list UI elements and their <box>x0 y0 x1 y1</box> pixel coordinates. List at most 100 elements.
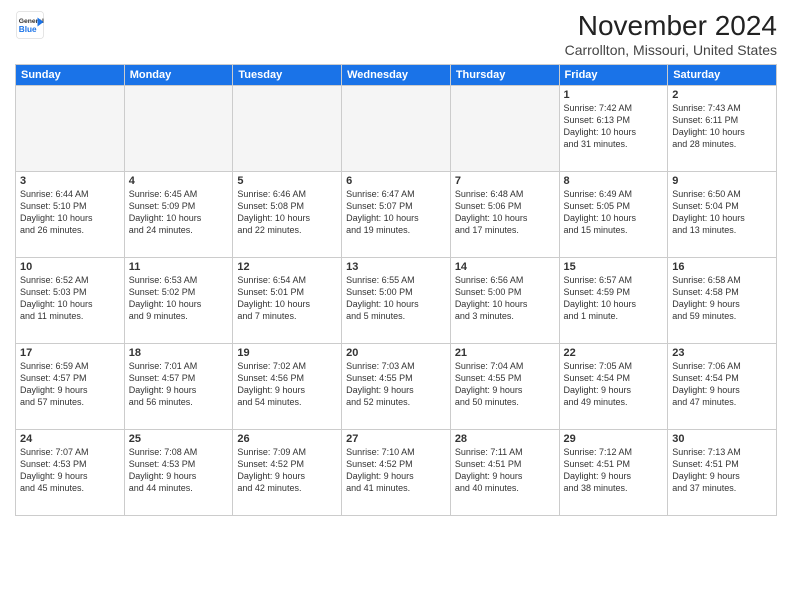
calendar-cell: 10Sunrise: 6:52 AM Sunset: 5:03 PM Dayli… <box>16 258 125 344</box>
week-row-3: 10Sunrise: 6:52 AM Sunset: 5:03 PM Dayli… <box>16 258 777 344</box>
day-detail: Sunrise: 7:07 AM Sunset: 4:53 PM Dayligh… <box>20 446 120 495</box>
calendar-cell: 15Sunrise: 6:57 AM Sunset: 4:59 PM Dayli… <box>559 258 668 344</box>
day-number: 27 <box>346 433 446 445</box>
day-number: 22 <box>564 347 664 359</box>
day-detail: Sunrise: 6:55 AM Sunset: 5:00 PM Dayligh… <box>346 274 446 323</box>
day-detail: Sunrise: 7:05 AM Sunset: 4:54 PM Dayligh… <box>564 360 664 409</box>
day-detail: Sunrise: 7:01 AM Sunset: 4:57 PM Dayligh… <box>129 360 229 409</box>
day-detail: Sunrise: 6:47 AM Sunset: 5:07 PM Dayligh… <box>346 188 446 237</box>
day-number: 14 <box>455 261 555 273</box>
day-number: 1 <box>564 89 664 101</box>
day-number: 29 <box>564 433 664 445</box>
day-number: 9 <box>672 175 772 187</box>
calendar-cell: 4Sunrise: 6:45 AM Sunset: 5:09 PM Daylig… <box>124 172 233 258</box>
day-number: 17 <box>20 347 120 359</box>
day-number: 12 <box>237 261 337 273</box>
day-number: 5 <box>237 175 337 187</box>
calendar-cell <box>16 86 125 172</box>
calendar-cell: 18Sunrise: 7:01 AM Sunset: 4:57 PM Dayli… <box>124 344 233 430</box>
day-number: 18 <box>129 347 229 359</box>
weekday-header-row: SundayMondayTuesdayWednesdayThursdayFrid… <box>16 65 777 86</box>
day-number: 7 <box>455 175 555 187</box>
weekday-header-sunday: Sunday <box>16 65 125 86</box>
title-block: November 2024 Carrollton, Missouri, Unit… <box>565 10 777 58</box>
calendar-cell: 9Sunrise: 6:50 AM Sunset: 5:04 PM Daylig… <box>668 172 777 258</box>
calendar-cell: 22Sunrise: 7:05 AM Sunset: 4:54 PM Dayli… <box>559 344 668 430</box>
calendar-cell: 11Sunrise: 6:53 AM Sunset: 5:02 PM Dayli… <box>124 258 233 344</box>
calendar-cell: 24Sunrise: 7:07 AM Sunset: 4:53 PM Dayli… <box>16 430 125 516</box>
calendar-cell: 7Sunrise: 6:48 AM Sunset: 5:06 PM Daylig… <box>450 172 559 258</box>
day-detail: Sunrise: 6:52 AM Sunset: 5:03 PM Dayligh… <box>20 274 120 323</box>
day-detail: Sunrise: 6:59 AM Sunset: 4:57 PM Dayligh… <box>20 360 120 409</box>
calendar-cell <box>233 86 342 172</box>
day-detail: Sunrise: 7:10 AM Sunset: 4:52 PM Dayligh… <box>346 446 446 495</box>
weekday-header-thursday: Thursday <box>450 65 559 86</box>
day-number: 30 <box>672 433 772 445</box>
calendar-cell: 3Sunrise: 6:44 AM Sunset: 5:10 PM Daylig… <box>16 172 125 258</box>
day-detail: Sunrise: 7:08 AM Sunset: 4:53 PM Dayligh… <box>129 446 229 495</box>
calendar-cell <box>342 86 451 172</box>
calendar-cell <box>450 86 559 172</box>
calendar-cell: 28Sunrise: 7:11 AM Sunset: 4:51 PM Dayli… <box>450 430 559 516</box>
calendar-cell: 27Sunrise: 7:10 AM Sunset: 4:52 PM Dayli… <box>342 430 451 516</box>
calendar-cell: 12Sunrise: 6:54 AM Sunset: 5:01 PM Dayli… <box>233 258 342 344</box>
logo: General Blue <box>15 10 45 40</box>
day-detail: Sunrise: 7:03 AM Sunset: 4:55 PM Dayligh… <box>346 360 446 409</box>
weekday-header-tuesday: Tuesday <box>233 65 342 86</box>
calendar-cell: 14Sunrise: 6:56 AM Sunset: 5:00 PM Dayli… <box>450 258 559 344</box>
weekday-header-wednesday: Wednesday <box>342 65 451 86</box>
day-number: 24 <box>20 433 120 445</box>
day-detail: Sunrise: 7:13 AM Sunset: 4:51 PM Dayligh… <box>672 446 772 495</box>
day-detail: Sunrise: 7:09 AM Sunset: 4:52 PM Dayligh… <box>237 446 337 495</box>
header: General Blue November 2024 Carrollton, M… <box>15 10 777 58</box>
day-detail: Sunrise: 7:02 AM Sunset: 4:56 PM Dayligh… <box>237 360 337 409</box>
day-detail: Sunrise: 6:58 AM Sunset: 4:58 PM Dayligh… <box>672 274 772 323</box>
day-detail: Sunrise: 6:53 AM Sunset: 5:02 PM Dayligh… <box>129 274 229 323</box>
calendar-cell: 1Sunrise: 7:42 AM Sunset: 6:13 PM Daylig… <box>559 86 668 172</box>
day-number: 4 <box>129 175 229 187</box>
calendar-cell: 5Sunrise: 6:46 AM Sunset: 5:08 PM Daylig… <box>233 172 342 258</box>
day-detail: Sunrise: 6:56 AM Sunset: 5:00 PM Dayligh… <box>455 274 555 323</box>
calendar-cell: 16Sunrise: 6:58 AM Sunset: 4:58 PM Dayli… <box>668 258 777 344</box>
calendar-cell: 29Sunrise: 7:12 AM Sunset: 4:51 PM Dayli… <box>559 430 668 516</box>
day-number: 15 <box>564 261 664 273</box>
weekday-header-friday: Friday <box>559 65 668 86</box>
calendar-cell: 19Sunrise: 7:02 AM Sunset: 4:56 PM Dayli… <box>233 344 342 430</box>
week-row-1: 1Sunrise: 7:42 AM Sunset: 6:13 PM Daylig… <box>16 86 777 172</box>
day-number: 10 <box>20 261 120 273</box>
day-detail: Sunrise: 6:45 AM Sunset: 5:09 PM Dayligh… <box>129 188 229 237</box>
calendar-cell: 17Sunrise: 6:59 AM Sunset: 4:57 PM Dayli… <box>16 344 125 430</box>
calendar-cell: 21Sunrise: 7:04 AM Sunset: 4:55 PM Dayli… <box>450 344 559 430</box>
day-number: 13 <box>346 261 446 273</box>
day-detail: Sunrise: 6:57 AM Sunset: 4:59 PM Dayligh… <box>564 274 664 323</box>
day-number: 11 <box>129 261 229 273</box>
day-detail: Sunrise: 7:06 AM Sunset: 4:54 PM Dayligh… <box>672 360 772 409</box>
day-number: 2 <box>672 89 772 101</box>
day-number: 25 <box>129 433 229 445</box>
calendar-table: SundayMondayTuesdayWednesdayThursdayFrid… <box>15 64 777 516</box>
logo-icon: General Blue <box>15 10 45 40</box>
calendar-cell: 8Sunrise: 6:49 AM Sunset: 5:05 PM Daylig… <box>559 172 668 258</box>
page-container: General Blue November 2024 Carrollton, M… <box>0 0 792 521</box>
day-detail: Sunrise: 7:11 AM Sunset: 4:51 PM Dayligh… <box>455 446 555 495</box>
day-number: 6 <box>346 175 446 187</box>
weekday-header-saturday: Saturday <box>668 65 777 86</box>
week-row-5: 24Sunrise: 7:07 AM Sunset: 4:53 PM Dayli… <box>16 430 777 516</box>
day-detail: Sunrise: 7:42 AM Sunset: 6:13 PM Dayligh… <box>564 102 664 151</box>
day-number: 16 <box>672 261 772 273</box>
day-detail: Sunrise: 6:48 AM Sunset: 5:06 PM Dayligh… <box>455 188 555 237</box>
calendar-cell: 25Sunrise: 7:08 AM Sunset: 4:53 PM Dayli… <box>124 430 233 516</box>
day-number: 26 <box>237 433 337 445</box>
week-row-4: 17Sunrise: 6:59 AM Sunset: 4:57 PM Dayli… <box>16 344 777 430</box>
day-detail: Sunrise: 6:54 AM Sunset: 5:01 PM Dayligh… <box>237 274 337 323</box>
calendar-cell: 23Sunrise: 7:06 AM Sunset: 4:54 PM Dayli… <box>668 344 777 430</box>
day-number: 20 <box>346 347 446 359</box>
calendar-cell: 2Sunrise: 7:43 AM Sunset: 6:11 PM Daylig… <box>668 86 777 172</box>
calendar-cell <box>124 86 233 172</box>
day-number: 28 <box>455 433 555 445</box>
day-number: 3 <box>20 175 120 187</box>
day-number: 8 <box>564 175 664 187</box>
day-number: 21 <box>455 347 555 359</box>
day-detail: Sunrise: 7:04 AM Sunset: 4:55 PM Dayligh… <box>455 360 555 409</box>
calendar-cell: 6Sunrise: 6:47 AM Sunset: 5:07 PM Daylig… <box>342 172 451 258</box>
